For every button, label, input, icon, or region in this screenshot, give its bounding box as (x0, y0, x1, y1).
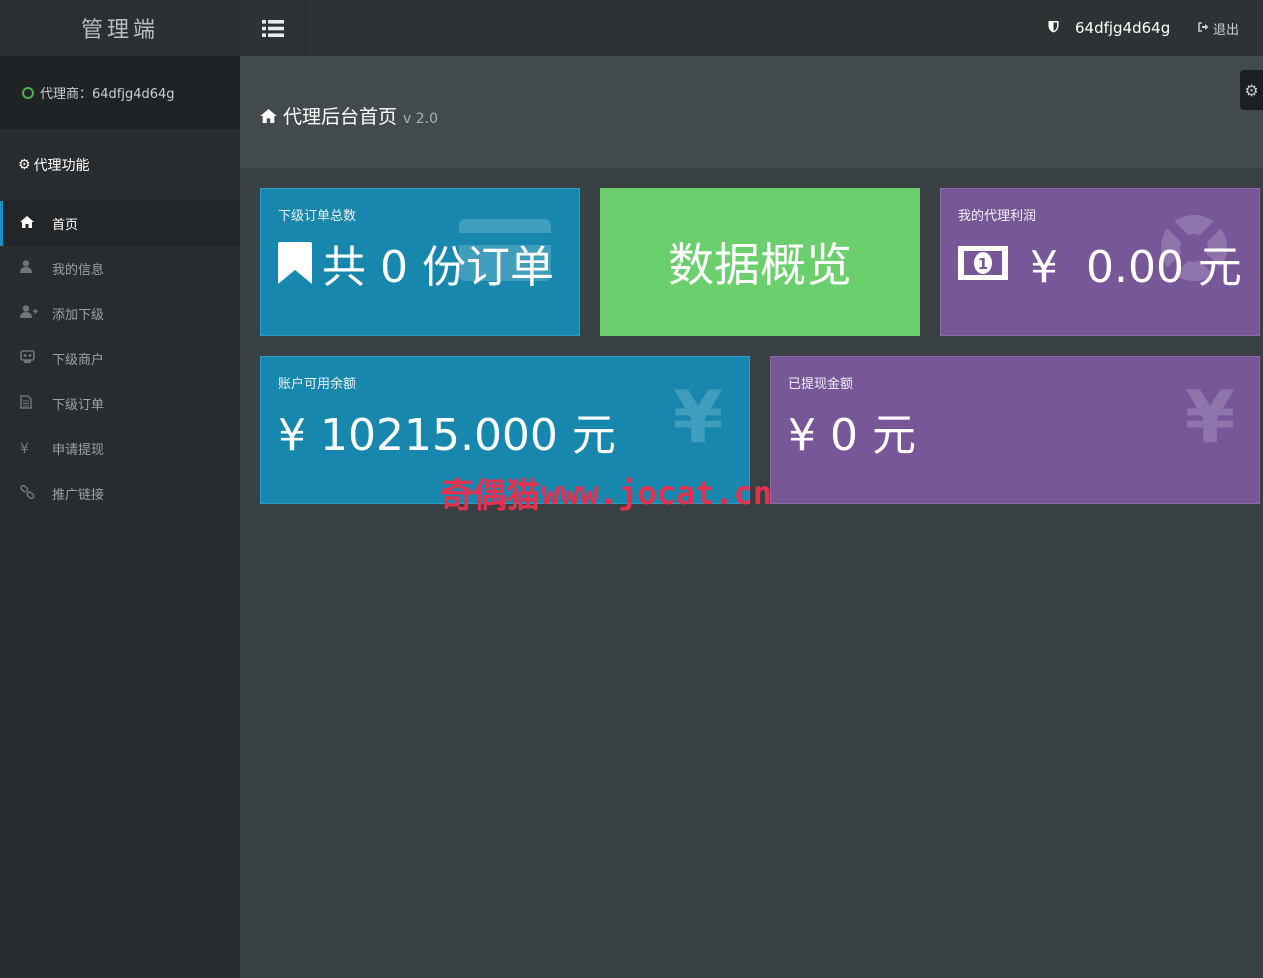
menu-section-title: 代理功能 (33, 158, 90, 174)
sidebar-item-subordinate-orders[interactable]: 下级订单 (0, 381, 240, 426)
balance-value: ¥ 10215.000 元 (278, 410, 616, 461)
card-value: 1 ¥ 0.00 元 (958, 231, 1242, 295)
card-label: 下级订单总数 (278, 209, 357, 224)
bookmark-icon (278, 242, 312, 284)
sidebar-toggle-button[interactable] (240, 0, 306, 56)
username: 64dfjg4d64g (1075, 19, 1171, 37)
merchant-icon (20, 349, 52, 368)
document-icon (20, 394, 52, 413)
sidebar-item-add-subordinate[interactable]: 添加下级 (0, 291, 240, 336)
sidebar-item-subordinate-merchants[interactable]: 下级商户 (0, 336, 240, 381)
page-title: 代理后台首页 v 2.0 (260, 102, 438, 129)
watermark-cn: 奇偶猫 (440, 476, 540, 516)
agent-info: 代理商：64dfjg4d64g (0, 56, 240, 129)
orders-count-card[interactable]: 下级订单总数 共 0 份订单 (260, 188, 580, 336)
sidebar-item-label: 申请提现 (52, 443, 105, 458)
logout-label: 退出 (1213, 22, 1240, 38)
user-menu[interactable]: 64dfjg4d64g (1048, 0, 1170, 56)
card-label: 已提现金额 (788, 377, 854, 392)
logout-button[interactable]: 退出 (1198, 0, 1239, 56)
profit-card[interactable]: 我的代理利润 1 ¥ 0.00 元 (940, 188, 1260, 336)
overview-label: 数据概览 (668, 238, 852, 292)
orders-count-value: 共 0 份订单 (322, 242, 554, 293)
svg-text:1: 1 (978, 255, 988, 273)
sidebar-item-label: 添加下级 (52, 308, 105, 323)
card-label: 账户可用余额 (278, 377, 357, 392)
watermark: 奇偶猫 www.jocat.cn (440, 468, 772, 517)
online-status-icon (22, 86, 34, 99)
user-plus-icon (20, 305, 52, 322)
card-value: 共 0 份订单 (278, 231, 554, 295)
link-icon (20, 484, 52, 503)
page-header: 代理后台首页 v 2.0 ⚙ (240, 56, 1263, 168)
sidebar-item-label: 首页 (52, 218, 79, 233)
home-icon (20, 215, 52, 232)
sidebar-item-label: 我的信息 (52, 263, 105, 278)
sidebar-item-label: 下级订单 (52, 398, 105, 413)
settings-panel-toggle[interactable]: ⚙ (1240, 70, 1263, 110)
sidebar-item-withdraw[interactable]: ¥ 申请提现 (0, 426, 240, 471)
sidebar-item-my-info[interactable]: 我的信息 (0, 246, 240, 291)
gear-icon: ⚙ (1244, 80, 1259, 100)
withdrawn-value: ¥ 0 元 (788, 410, 916, 461)
profit-value: ¥ 0.00 元 (1030, 242, 1242, 293)
version-label: v 2.0 (403, 111, 439, 127)
page-title-text: 代理后台首页 (283, 106, 398, 128)
menu-section-header: ⚙ 代理功能 (0, 129, 240, 201)
sidebar-item-label: 下级商户 (52, 353, 105, 368)
money-icon: 1 (958, 246, 1008, 280)
top-navbar: 64dfjg4d64g 退出 (240, 0, 1263, 56)
home-icon (260, 108, 277, 128)
user-icon (20, 260, 52, 277)
sidebar-item-home[interactable]: 首页 (0, 201, 240, 246)
gear-icon: ⚙ (18, 157, 31, 173)
watermark-url: www.jocat.cn (541, 473, 773, 512)
list-icon (261, 19, 284, 37)
agent-label: 代理商：64dfjg4d64g (40, 87, 175, 102)
brand-logo: 管理端 (0, 0, 240, 56)
yen-icon: ¥ (20, 440, 29, 457)
sign-out-icon (1198, 21, 1209, 35)
shield-icon (1048, 19, 1059, 37)
yen-icon: ¥ (1185, 375, 1236, 459)
data-overview-card[interactable]: 数据概览 (600, 188, 920, 336)
sidebar-item-label: 推广链接 (52, 488, 105, 503)
sidebar-item-promo-link[interactable]: 推广链接 (0, 471, 240, 516)
withdrawn-card[interactable]: ¥ 已提现金额 ¥ 0 元 (770, 356, 1260, 504)
card-label: 我的代理利润 (958, 209, 1037, 224)
yen-icon: ¥ (673, 375, 724, 459)
sidebar: 管理端 代理商：64dfjg4d64g ⚙ 代理功能 首页 我的信息 添加下级 … (0, 0, 240, 978)
